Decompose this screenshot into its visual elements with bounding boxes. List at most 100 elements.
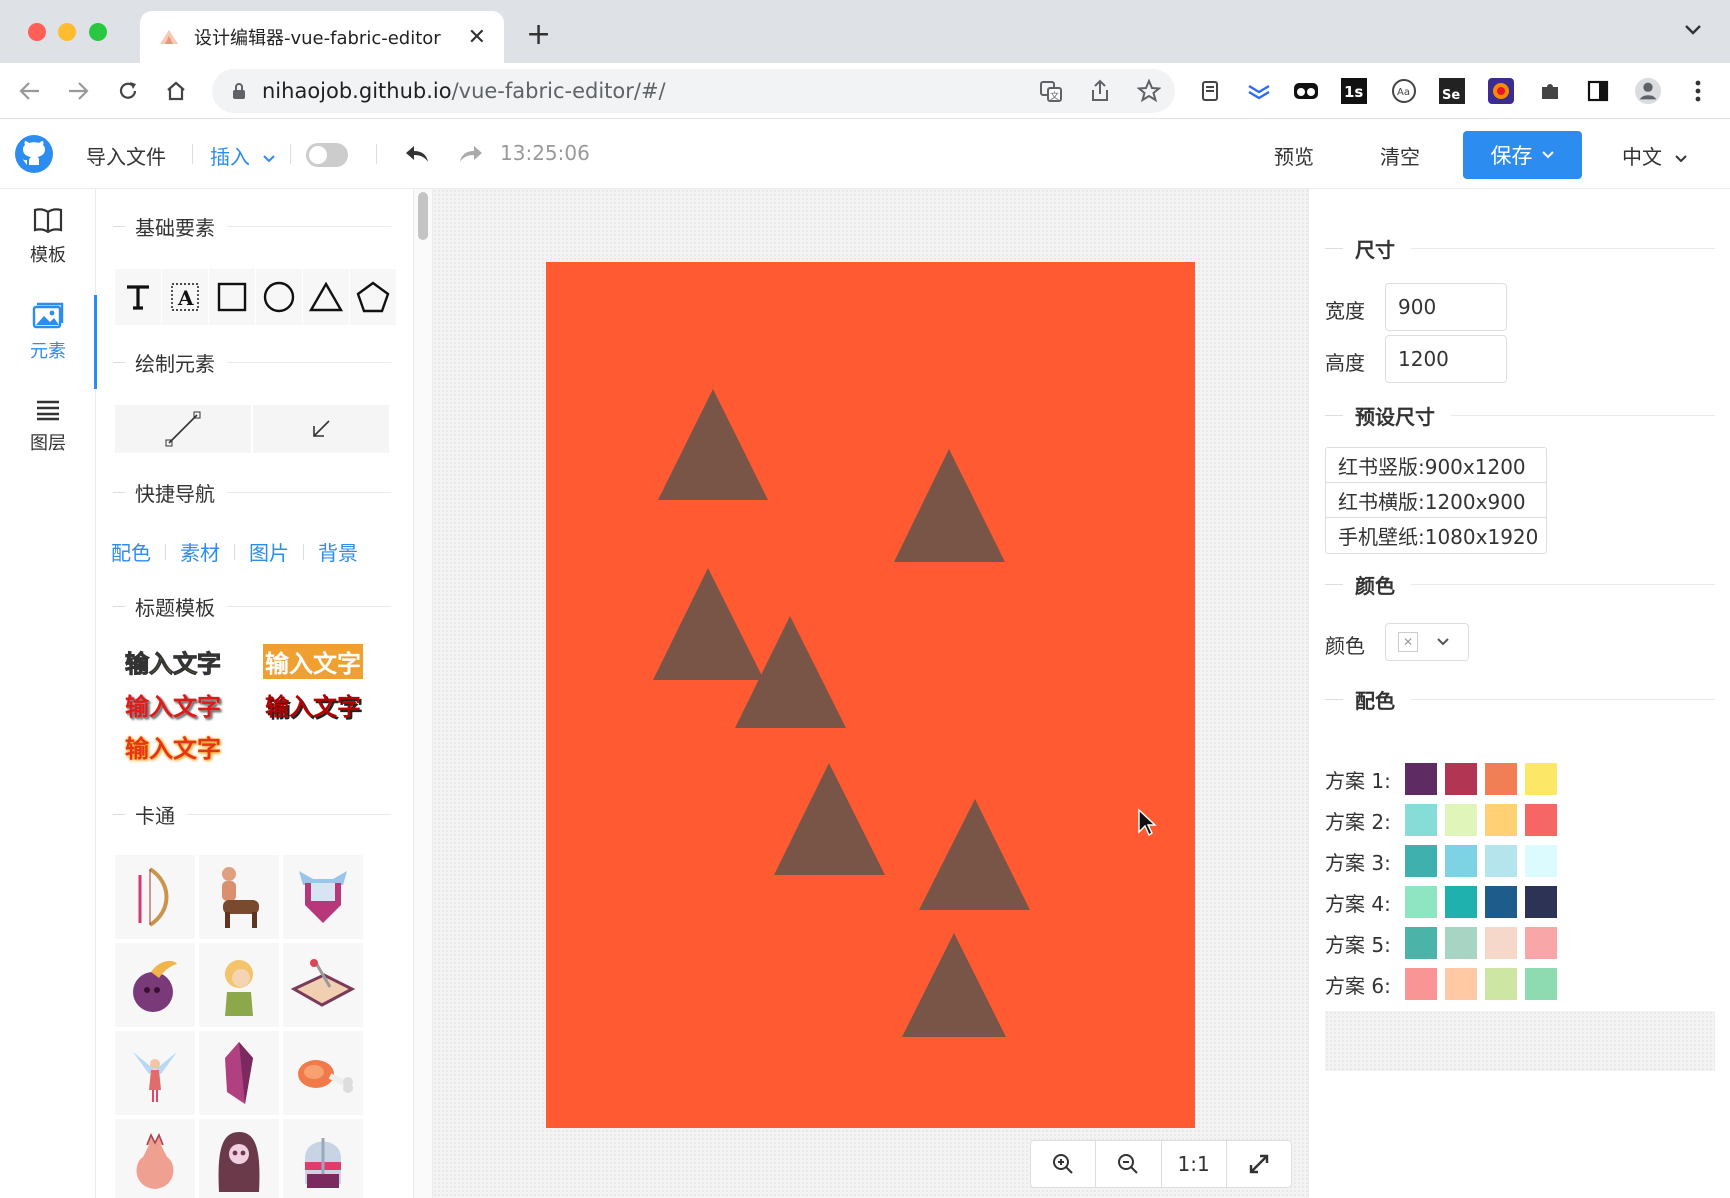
preset-option[interactable]: 手机壁纸:1080x1920	[1326, 518, 1546, 553]
triangle-tool[interactable]	[303, 269, 349, 325]
1s-extension-icon[interactable]: 1s	[1340, 77, 1368, 105]
textbox-tool[interactable]: A	[162, 269, 208, 325]
clear-button[interactable]: 清空	[1380, 141, 1420, 170]
title-template-4[interactable]: 输入文字	[265, 687, 361, 722]
circle-tool[interactable]	[256, 269, 302, 325]
goggles-extension-icon[interactable]	[1292, 77, 1320, 105]
palette-swatch[interactable]	[1445, 968, 1477, 1000]
sticker-centaur[interactable]	[199, 855, 279, 939]
height-input[interactable]: 1200	[1385, 335, 1507, 383]
quick-link-colors[interactable]: 配色	[111, 537, 151, 566]
quick-link-materials[interactable]: 素材	[180, 537, 220, 566]
reader-extension-icon[interactable]	[1196, 77, 1224, 105]
palette-swatch[interactable]	[1405, 804, 1437, 836]
sticker-helmet[interactable]	[283, 1119, 363, 1198]
sticker-bow[interactable]	[115, 855, 195, 939]
github-logo-icon[interactable]	[14, 134, 54, 174]
palette-swatch[interactable]	[1405, 968, 1437, 1000]
palette-swatch[interactable]	[1445, 845, 1477, 877]
palette-swatch[interactable]	[1405, 927, 1437, 959]
palette-swatch[interactable]	[1445, 804, 1477, 836]
more-menu-icon[interactable]	[1684, 77, 1712, 105]
palette-swatch[interactable]	[1485, 927, 1517, 959]
nav-elements[interactable]: 元素	[0, 295, 97, 389]
reload-icon[interactable]	[114, 77, 142, 105]
arrow-tool[interactable]	[253, 405, 389, 453]
font-extension-icon[interactable]: Aa	[1390, 77, 1418, 105]
browser-tab[interactable]: 设计编辑器-vue-fabric-editor ✕	[140, 11, 504, 63]
home-icon[interactable]	[162, 77, 190, 105]
palette-swatch[interactable]	[1405, 845, 1437, 877]
title-template-2[interactable]: 输入文字	[263, 644, 363, 679]
preset-option[interactable]: 红书横版:1200x900	[1326, 483, 1546, 518]
close-window-button[interactable]	[28, 23, 46, 41]
sticker-meat[interactable]	[283, 1031, 363, 1115]
sticker-bag[interactable]	[115, 1119, 195, 1198]
palette-swatch[interactable]	[1485, 763, 1517, 795]
sticker-armor[interactable]	[283, 855, 363, 939]
scrollbar-thumb[interactable]	[418, 192, 428, 240]
layers-extension-icon[interactable]	[1245, 77, 1273, 105]
palette-swatch[interactable]	[1525, 886, 1557, 918]
palette-swatch[interactable]	[1405, 886, 1437, 918]
profile-avatar-icon[interactable]	[1634, 77, 1662, 105]
minimize-window-button[interactable]	[58, 23, 76, 41]
import-file-button[interactable]: 导入文件	[86, 141, 166, 170]
nav-layers[interactable]: 图层	[0, 399, 96, 479]
title-template-1[interactable]: 输入文字	[125, 644, 222, 679]
save-button[interactable]: 保存	[1463, 131, 1582, 179]
line-tool[interactable]	[115, 405, 251, 453]
palette-swatch[interactable]	[1445, 886, 1477, 918]
sticker-eggplant[interactable]	[115, 943, 195, 1027]
zoom-out-button[interactable]	[1096, 1141, 1162, 1187]
title-template-5[interactable]: 输入文字	[125, 729, 221, 764]
polygon-tool[interactable]	[350, 269, 396, 325]
share-icon[interactable]	[1089, 79, 1111, 103]
sticker-fairy[interactable]	[115, 1031, 195, 1115]
selenium-extension-icon[interactable]: Se	[1438, 77, 1466, 105]
quick-link-background[interactable]: 背景	[318, 537, 358, 566]
palette-swatch[interactable]	[1525, 804, 1557, 836]
preset-option[interactable]: 红书竖版:900x1200	[1326, 448, 1546, 483]
snap-toggle[interactable]	[306, 143, 348, 167]
palette-swatch[interactable]	[1445, 763, 1477, 795]
zoom-in-button[interactable]	[1031, 1141, 1097, 1187]
palette-swatch[interactable]	[1485, 886, 1517, 918]
colorful-extension-icon[interactable]	[1487, 77, 1515, 105]
design-artboard[interactable]	[546, 262, 1195, 1128]
address-bar[interactable]: nihaojob.github.io/vue-fabric-editor/#/ …	[212, 69, 1175, 113]
palette-swatch[interactable]	[1525, 927, 1557, 959]
sticker-reaper[interactable]	[199, 1119, 279, 1198]
palette-swatch[interactable]	[1525, 763, 1557, 795]
color-picker[interactable]: ✕	[1385, 623, 1469, 661]
insert-dropdown[interactable]: 插入	[210, 141, 276, 170]
width-input[interactable]: 900	[1385, 283, 1507, 331]
palette-swatch[interactable]	[1525, 845, 1557, 877]
nav-template[interactable]: 模板	[0, 207, 96, 287]
back-icon[interactable]	[16, 77, 44, 105]
palette-swatch[interactable]	[1485, 845, 1517, 877]
sticker-map[interactable]	[283, 943, 363, 1027]
side-panel-icon[interactable]	[1584, 77, 1612, 105]
extensions-puzzle-icon[interactable]	[1536, 77, 1564, 105]
sticker-elf[interactable]	[199, 943, 279, 1027]
zoom-actual-size-button[interactable]: 1:1	[1162, 1141, 1227, 1187]
bookmark-star-icon[interactable]	[1137, 79, 1161, 103]
palette-swatch[interactable]	[1405, 763, 1437, 795]
close-tab-icon[interactable]: ✕	[468, 25, 486, 50]
undo-icon[interactable]	[404, 143, 430, 165]
sticker-crystal[interactable]	[199, 1031, 279, 1115]
panel-scrollbar[interactable]	[413, 189, 433, 1198]
language-dropdown[interactable]: 中文	[1622, 141, 1688, 170]
quick-link-images[interactable]: 图片	[249, 537, 289, 566]
palette-swatch[interactable]	[1485, 968, 1517, 1000]
maximize-window-button[interactable]	[89, 23, 107, 41]
redo-icon[interactable]	[458, 143, 484, 165]
text-tool[interactable]	[115, 269, 161, 325]
preview-button[interactable]: 预览	[1274, 141, 1314, 170]
rect-tool[interactable]	[209, 269, 255, 325]
palette-swatch[interactable]	[1445, 927, 1477, 959]
tab-search-chevron-icon[interactable]	[1684, 24, 1702, 36]
palette-swatch[interactable]	[1485, 804, 1517, 836]
new-tab-button[interactable]: +	[526, 20, 551, 50]
